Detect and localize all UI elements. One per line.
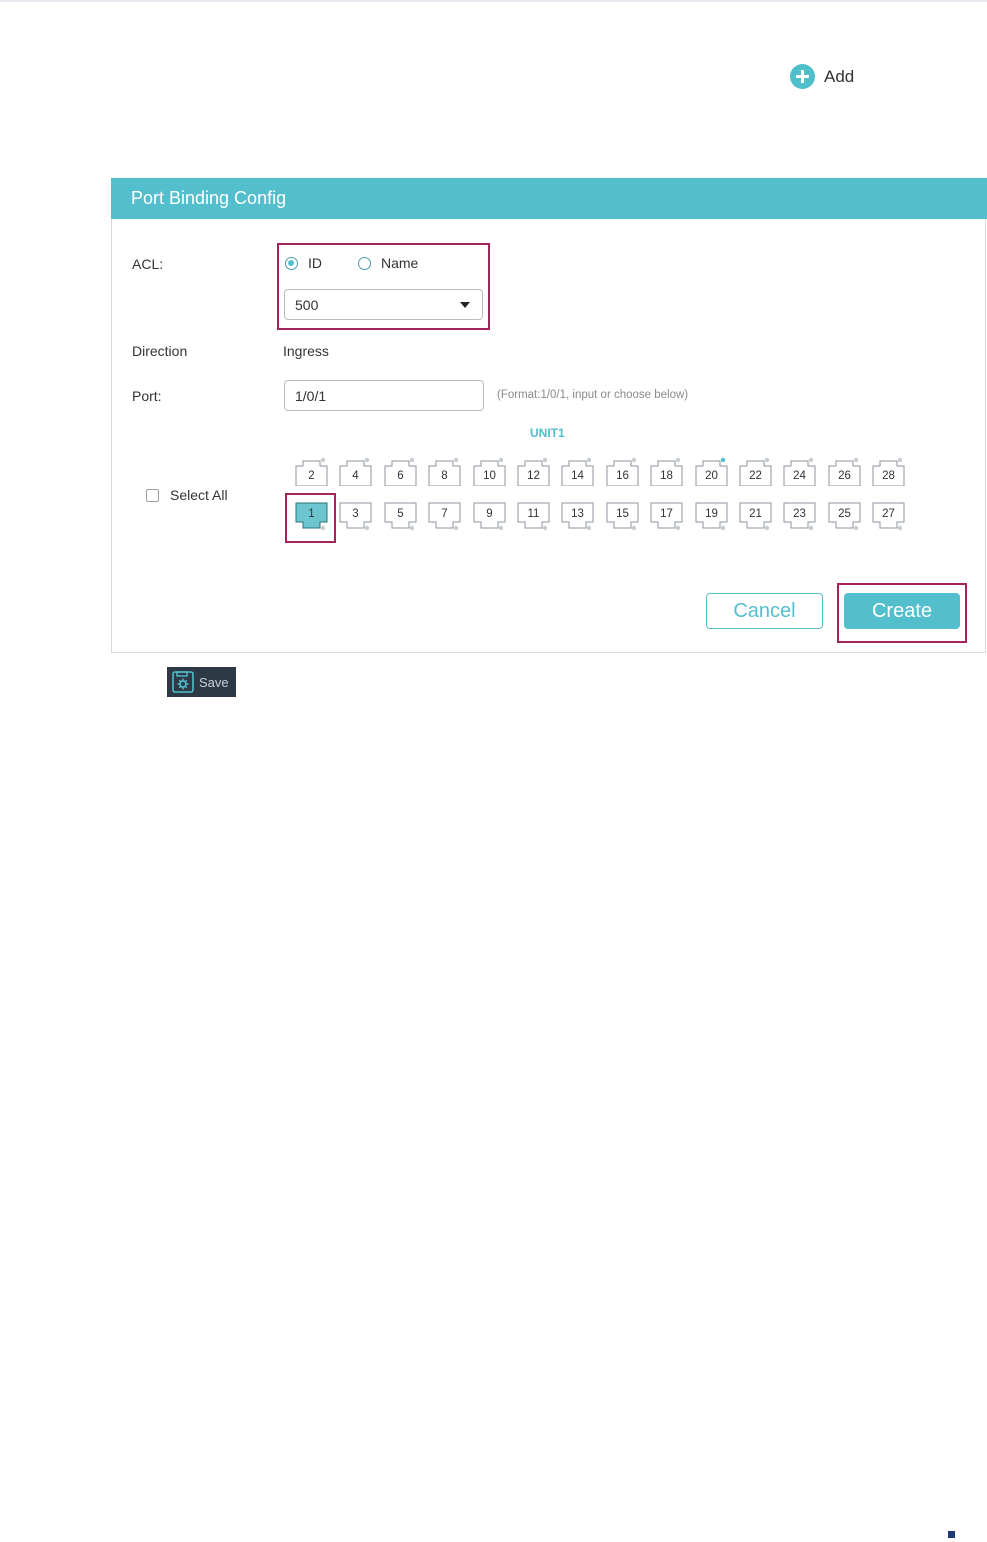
port-binding-config-panel: Port Binding Config ACL: ID Name 500 Dir…: [111, 178, 987, 653]
selected-port-highlight-box: [285, 493, 336, 543]
acl-radio-name[interactable]: Name: [358, 255, 418, 271]
port-3[interactable]: 3: [339, 502, 372, 531]
acl-radio-id-label: ID: [308, 255, 322, 271]
port-9[interactable]: 9: [473, 502, 506, 531]
port-12[interactable]: 12: [517, 457, 550, 486]
add-button[interactable]: Add: [790, 64, 854, 89]
port-number: 5: [397, 508, 404, 520]
port-21[interactable]: 21: [739, 502, 772, 531]
port-13[interactable]: 13: [561, 502, 594, 531]
checkbox-icon: [146, 488, 159, 502]
select-all-label: Select All: [170, 487, 228, 503]
top-divider: [0, 0, 987, 2]
create-button[interactable]: Create: [844, 593, 960, 629]
port-24[interactable]: 24: [783, 457, 816, 486]
port-7[interactable]: 7: [428, 502, 461, 531]
port-number: 22: [749, 470, 762, 482]
acl-id-select[interactable]: 500: [284, 289, 483, 320]
save-button[interactable]: Save: [167, 667, 236, 697]
caret-down-icon: [460, 301, 470, 308]
port-28[interactable]: 28: [872, 457, 905, 486]
cancel-button[interactable]: Cancel: [706, 593, 823, 629]
port-8[interactable]: 8: [428, 457, 461, 486]
port-25[interactable]: 25: [828, 502, 861, 531]
port-23[interactable]: 23: [783, 502, 816, 531]
port-22[interactable]: 22: [739, 457, 772, 486]
port-26[interactable]: 26: [828, 457, 861, 486]
port-number: 19: [705, 508, 718, 520]
port-2[interactable]: 2: [295, 457, 328, 486]
port-number: 18: [660, 470, 673, 482]
panel-header: Port Binding Config: [111, 178, 987, 219]
port-number: 16: [616, 470, 629, 482]
port-number: 13: [571, 508, 584, 520]
radio-checked-icon: [285, 256, 298, 270]
port-number: 17: [660, 508, 673, 520]
port-number: 6: [397, 470, 404, 482]
port-number: 2: [308, 470, 315, 482]
select-all-checkbox[interactable]: Select All: [146, 487, 228, 503]
add-label: Add: [824, 66, 855, 86]
port-number: 15: [616, 508, 629, 520]
port-format-hint: (Format:1/0/1, input or choose below): [497, 389, 689, 401]
direction-label: Direction: [132, 343, 188, 359]
port-16[interactable]: 16: [606, 457, 639, 486]
port-label: Port:: [132, 388, 162, 404]
direction-value: Ingress: [283, 343, 329, 359]
port-number: 9: [486, 508, 493, 520]
port-15[interactable]: 15: [606, 502, 639, 531]
save-gear-icon: [172, 671, 194, 693]
port-number: 21: [749, 508, 762, 520]
port-27[interactable]: 27: [872, 502, 905, 531]
port-14[interactable]: 14: [561, 457, 594, 486]
port-19[interactable]: 19: [695, 502, 728, 531]
port-number: 25: [838, 508, 851, 520]
port-20[interactable]: 20: [695, 457, 728, 486]
acl-label: ACL:: [132, 256, 164, 272]
port-11[interactable]: 11: [517, 502, 550, 531]
port-10[interactable]: 10: [473, 457, 506, 486]
acl-radio-name-label: Name: [381, 255, 419, 271]
port-number: 11: [527, 508, 540, 520]
port-5[interactable]: 5: [384, 502, 417, 531]
port-number: 23: [793, 508, 806, 520]
port-number: 14: [571, 470, 584, 482]
port-number: 12: [527, 470, 540, 482]
port-number: 3: [352, 508, 359, 520]
port-number: 27: [882, 508, 895, 520]
page-corner-marker: [948, 1531, 955, 1538]
port-number: 8: [441, 470, 448, 482]
radio-unchecked-icon: [358, 256, 371, 270]
port-17[interactable]: 17: [650, 502, 683, 531]
port-number: 24: [793, 470, 806, 482]
plus-circle-icon: [790, 64, 815, 89]
port-18[interactable]: 18: [650, 457, 683, 486]
unit-label: UNIT1: [530, 426, 565, 440]
panel-title: Port Binding Config: [131, 188, 287, 208]
acl-id-value: 500: [295, 296, 319, 313]
port-6[interactable]: 6: [384, 457, 417, 486]
port-number: 10: [483, 470, 496, 482]
save-label: Save: [199, 674, 229, 690]
port-number: 7: [441, 508, 448, 520]
port-number: 20: [705, 470, 718, 482]
port-input[interactable]: [284, 380, 484, 411]
port-number: 4: [352, 470, 359, 482]
acl-radio-id[interactable]: ID: [285, 255, 322, 271]
port-number: 26: [838, 470, 851, 482]
port-number: 28: [882, 470, 895, 482]
port-4[interactable]: 4: [339, 457, 372, 486]
